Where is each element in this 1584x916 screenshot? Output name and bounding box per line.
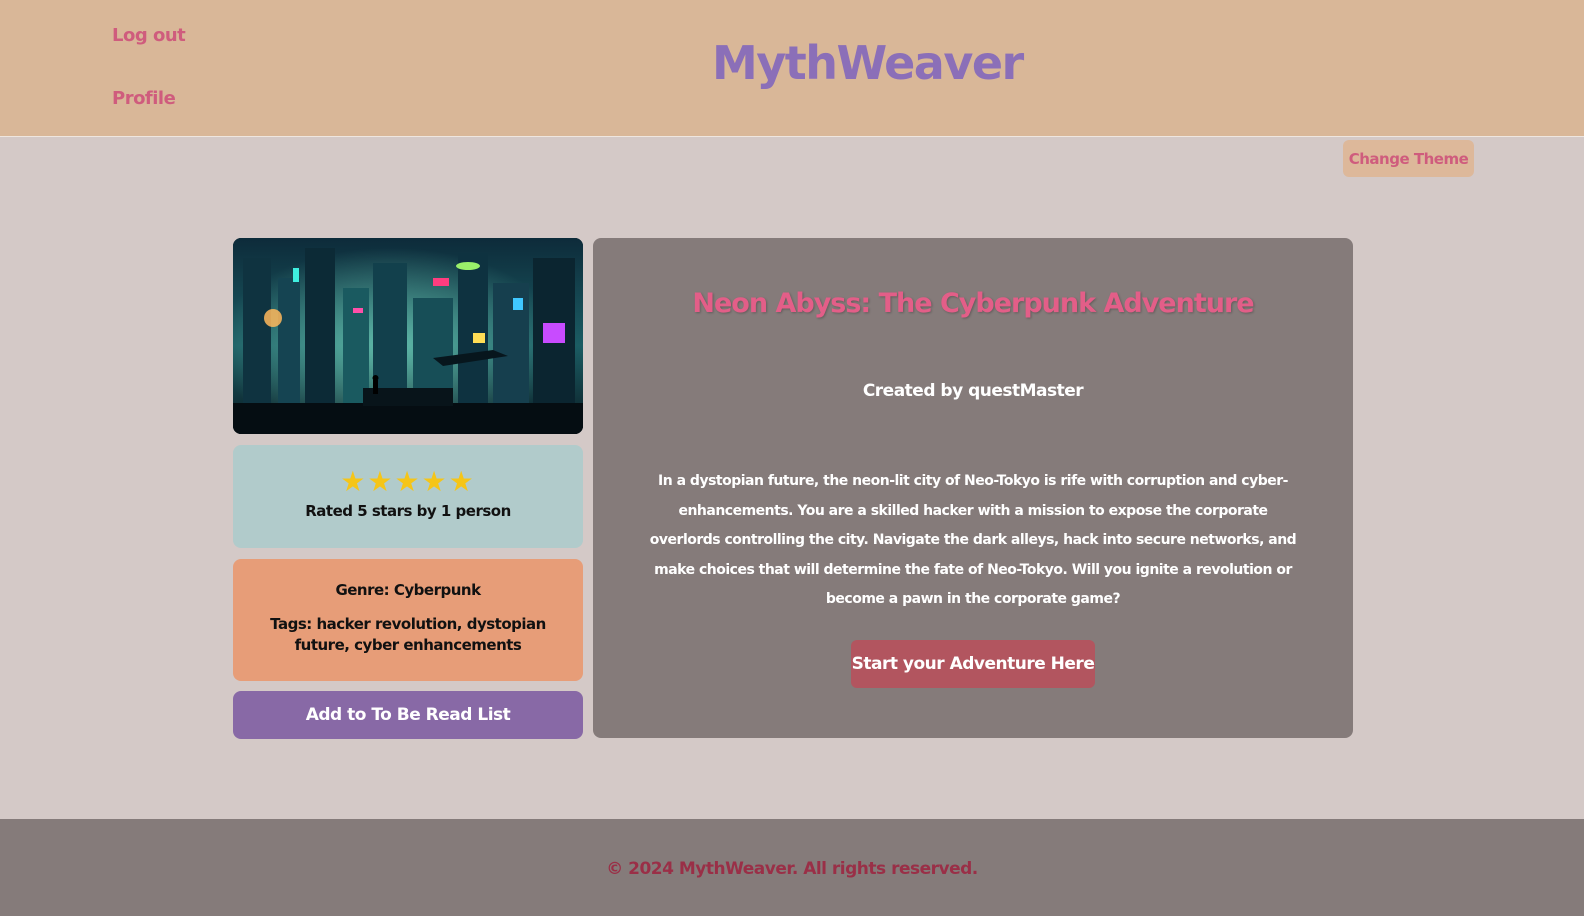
story-details-card: Neon Abyss: The Cyberpunk Adventure Crea… [593, 238, 1353, 738]
logout-link[interactable]: Log out [112, 25, 186, 46]
cyberpunk-city-illustration [233, 238, 583, 434]
add-to-read-list-button[interactable]: Add to To Be Read List [233, 691, 583, 739]
story-title: Neon Abyss: The Cyberpunk Adventure [692, 288, 1254, 319]
star-rating-icon: ★★★★★ [340, 465, 476, 498]
story-sidebar: ★★★★★ Rated 5 stars by 1 person Genre: C… [233, 238, 583, 739]
copyright-text: © 2024 MythWeaver. All rights reserved. [606, 859, 978, 879]
profile-link[interactable]: Profile [112, 88, 176, 109]
genre-tags-card: Genre: Cyberpunk Tags: hacker revolution… [233, 559, 583, 681]
site-footer: © 2024 MythWeaver. All rights reserved. [0, 819, 1584, 916]
start-adventure-button[interactable]: Start your Adventure Here [851, 640, 1095, 688]
site-header: Log out Profile MythWeaver [0, 0, 1584, 137]
change-theme-button[interactable]: Change Theme [1343, 140, 1474, 177]
genre-label: Genre: Cyberpunk [335, 581, 481, 599]
tags-label: Tags: hacker revolution, dystopian futur… [270, 615, 546, 654]
rating-card: ★★★★★ Rated 5 stars by 1 person [233, 445, 583, 548]
story-creator: Created by questMaster [862, 381, 1084, 401]
story-cover-image [233, 238, 583, 434]
rating-summary: Rated 5 stars by 1 person [305, 502, 511, 520]
story-description: In a dystopian future, the neon-lit city… [649, 473, 1297, 607]
site-logo[interactable]: MythWeaver [712, 36, 1024, 90]
